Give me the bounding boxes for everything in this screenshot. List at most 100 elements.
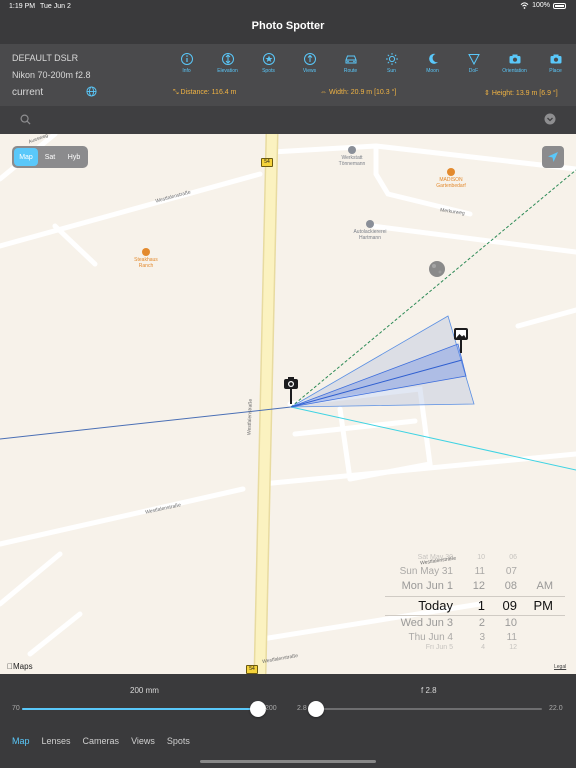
poi-steakhaus[interactable]: Steakhaus Ranch [128,248,164,269]
picker-hour: 11 [474,566,485,577]
dof-icon [467,54,480,66]
wifi-icon [520,2,529,9]
views-icon [303,53,316,65]
globe-icon[interactable] [86,86,97,97]
picker-minute: 09 [502,598,517,613]
focal-length-slider[interactable] [22,701,266,717]
map-type-sat[interactable]: Sat [38,148,62,166]
map-type-map[interactable]: Map [14,148,38,166]
map-type-hyb[interactable]: Hyb [62,148,86,166]
battery-percent: 100% [532,2,550,9]
tool-orientation[interactable]: Orientation [494,52,535,74]
tab-spots[interactable]: Spots [167,736,190,746]
tab-map[interactable]: Map [12,736,30,746]
info-icon [180,53,193,65]
picker-hour: 2 [478,617,485,629]
picker-minute: 11 [506,632,517,643]
tab-lenses[interactable]: Lenses [42,736,71,746]
search-bar[interactable] [0,106,576,134]
bottom-panel: 200 mm 70 200 f 2.8 2.8 22.0 Map Lenses … [0,674,576,768]
width-icon: ⇔ [320,89,329,96]
picker-hour: 12 [472,580,485,592]
car-icon [345,55,356,64]
picker-hour: 1 [477,598,485,613]
chevron-down-icon[interactable] [544,113,556,125]
search-icon [20,114,31,125]
picker-row[interactable]: Mon Jun 1 12 08 AM [385,580,565,596]
picker-hour: 10 [477,554,485,561]
poi-werkstatt[interactable]: Werkstatt Tönnemann [332,146,372,167]
location-arrow-icon [548,152,558,162]
picker-ampm: PM [533,598,554,613]
picker-day: Thu Jun 4 [408,632,453,643]
height-readout: ⇕ Height: 13.9 m [6.9 °] [484,90,558,97]
camera-pin-icon[interactable] [283,376,299,406]
picker-ampm: AM [536,580,554,592]
map-type-segmented: Map Sat Hyb [12,146,88,168]
distance-readout: ⤡ Distance: 116.4 m [173,89,237,96]
map-view[interactable]: 54 54 Werkstatt Tönnemann MADISON Garten… [0,134,576,674]
aperture-slider[interactable] [308,701,542,717]
date-time-picker[interactable]: Sat May 30 10 06 Sun May 31 11 07 Mon Jun 1 12 0… [385,554,565,652]
poi-orange-icon [447,168,455,176]
tool-moon[interactable]: Moon [412,52,453,74]
star-icon [262,53,275,65]
picker-row[interactable]: Fri Jun 5 4 12 [385,644,565,660]
route-shield: 54 [246,665,258,674]
height-icon: ⇕ [484,90,492,97]
picker-day: Sun May 31 [399,566,453,577]
legal-link[interactable]: Legal [554,664,566,670]
tool-spots[interactable]: Spots [248,52,289,74]
lens-label[interactable]: Nikon 70-200m f2.8 [12,70,91,80]
focal-slider-thumb[interactable] [250,701,266,717]
poi-madison[interactable]: MADISON Gartenbedarf [426,168,476,189]
photo-target-pin-icon[interactable] [453,327,469,355]
picker-minute: 06 [509,554,517,561]
status-date: Tue Jun 2 [40,3,71,10]
camera-header: DEFAULT DSLR Nikon 70-200m f2.8 current … [0,44,576,106]
apple-maps-logo: Maps [7,662,33,671]
sun-icon [385,53,398,65]
picker-day: Today [418,598,453,613]
camera-icon [509,54,520,64]
picker-day: Wed Jun 3 [400,617,453,629]
tool-sun[interactable]: Sun [371,52,412,74]
tool-route[interactable]: Route [330,52,371,74]
picker-minute: 08 [504,580,517,592]
location-label[interactable]: current [12,87,43,98]
width-readout: ⇔ Width: 20.9 m [10.3 °] [320,89,397,96]
page-title: Photo Spotter [251,20,325,32]
picker-hour: 3 [479,632,485,643]
tool-dof[interactable]: DoF [453,52,494,74]
home-indicator [200,760,376,763]
poi-gray-icon [348,146,356,154]
focal-max-label: 200 [265,705,277,712]
tab-views[interactable]: Views [131,736,155,746]
camera-icon [550,54,561,64]
aperture-max-label: 22.0 [549,705,563,712]
status-bar: 1:19 PM Tue Jun 2 100% [0,0,576,14]
aperture-label: f 2.8 [421,686,437,695]
status-right: 100% [520,2,566,9]
picker-row[interactable]: Wed Jun 3 2 10 [385,617,565,633]
aperture-slider-thumb[interactable] [308,701,324,717]
poi-orange-icon [142,248,150,256]
focal-min-label: 70 [12,705,20,712]
camera-body-label[interactable]: DEFAULT DSLR [12,53,78,63]
toolbar: Info Elevation Spots Views Route Sun Moo… [166,52,576,74]
picker-day: Sat May 30 [417,554,453,561]
focal-slider-fill [22,708,258,710]
tool-info[interactable]: Info [166,52,207,74]
tool-elevation[interactable]: Elevation [207,52,248,74]
status-time: 1:19 PM [9,3,36,10]
locate-button[interactable] [542,146,564,168]
aperture-min-label: 2.8 [297,705,307,712]
tool-place[interactable]: Place [535,52,576,74]
picker-row[interactable]: Today 1 09 PM [385,598,565,614]
picker-minute: 10 [504,617,517,629]
moon-icon [428,53,438,64]
tool-views[interactable]: Views [289,52,330,74]
picker-day: Mon Jun 1 [401,580,453,592]
poi-autolackiererei[interactable]: Autolackiererei Hartmann [344,220,396,241]
tab-cameras[interactable]: Cameras [83,736,120,746]
